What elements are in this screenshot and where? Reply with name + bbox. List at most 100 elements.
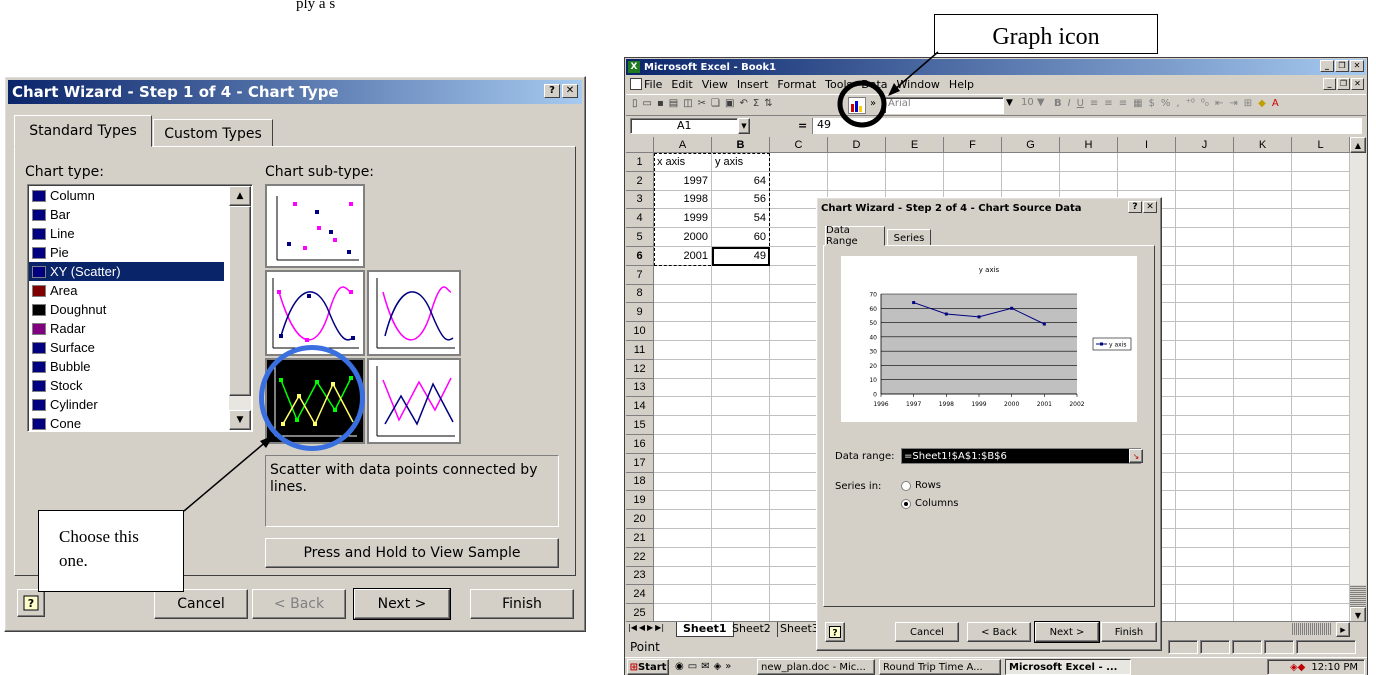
cell[interactable] <box>654 359 712 379</box>
fill-color-icon[interactable]: ◆ <box>1258 98 1266 109</box>
sheet-tab-1[interactable]: Sheet1 <box>676 622 734 637</box>
row-header[interactable]: 24 <box>626 585 654 605</box>
cut-icon[interactable]: ✂ <box>698 98 706 109</box>
align-right-icon[interactable]: ≡ <box>1119 98 1127 109</box>
taskbar-item-ie[interactable]: Round Trip Time A... <box>879 659 1001 675</box>
cell[interactable] <box>1234 547 1292 567</box>
cell[interactable] <box>712 397 770 417</box>
cell[interactable] <box>654 472 712 492</box>
dec-decimal-icon[interactable]: ⁰₀ <box>1201 98 1209 109</box>
save-icon[interactable]: ▪ <box>657 98 664 109</box>
cell[interactable] <box>1292 416 1350 435</box>
cell[interactable] <box>1060 153 1118 172</box>
minimize-icon[interactable]: _ <box>1320 60 1334 72</box>
cell[interactable] <box>1176 153 1234 172</box>
radio-columns-icon[interactable] <box>901 498 911 509</box>
column-header[interactable]: G <box>1002 137 1060 153</box>
wizard2-close-icon[interactable]: ✕ <box>1143 201 1157 213</box>
cell[interactable] <box>712 416 770 435</box>
row-header[interactable]: 14 <box>626 397 654 417</box>
cell[interactable] <box>886 171 944 191</box>
cell[interactable] <box>1292 547 1350 567</box>
series-rows-radio[interactable]: Rows <box>901 480 941 491</box>
cell[interactable] <box>1176 472 1234 492</box>
tray-icons[interactable]: ◈◆ <box>1290 662 1305 673</box>
tab-standard-types[interactable]: Standard Types <box>14 115 152 147</box>
column-header[interactable]: K <box>1234 137 1292 153</box>
close-window-icon[interactable]: ✕ <box>1350 60 1364 72</box>
row-header[interactable]: 7 <box>626 265 654 285</box>
cell[interactable] <box>712 341 770 360</box>
cell[interactable] <box>1234 359 1292 379</box>
cell[interactable] <box>1176 547 1234 567</box>
cell[interactable] <box>1176 190 1234 210</box>
cell[interactable] <box>1118 153 1176 172</box>
cell[interactable] <box>1118 171 1176 191</box>
tab-data-range[interactable]: Data Range <box>825 225 885 247</box>
row-header[interactable]: 23 <box>626 566 654 586</box>
align-left-icon[interactable]: ≡ <box>1090 98 1098 109</box>
cell[interactable] <box>712 359 770 379</box>
name-box-dropdown-icon[interactable]: ▼ <box>738 118 750 134</box>
row-header[interactable]: 17 <box>626 453 654 473</box>
cell[interactable] <box>654 397 712 417</box>
cell[interactable] <box>1176 585 1234 605</box>
next-sheet-icon[interactable]: ▶ <box>647 623 653 632</box>
menu-file[interactable]: File <box>644 78 662 91</box>
taskbar-item-excel[interactable]: Microsoft Excel - ... <box>1005 659 1131 675</box>
wizard2-help-title-button[interactable]: ? <box>1128 201 1142 213</box>
start-button[interactable]: ⊞ Start <box>627 659 669 675</box>
cell[interactable] <box>1234 453 1292 473</box>
merge-icon[interactable]: ▦ <box>1133 98 1142 109</box>
cell[interactable] <box>712 566 770 586</box>
cell[interactable] <box>712 510 770 529</box>
cell[interactable] <box>712 284 770 304</box>
cell[interactable] <box>1176 303 1234 323</box>
outdent-icon[interactable]: ⇤ <box>1215 98 1223 109</box>
cell[interactable] <box>1176 566 1234 586</box>
radio-rows-icon[interactable] <box>901 480 911 491</box>
column-header[interactable]: B <box>712 137 770 153</box>
cell[interactable] <box>1292 322 1350 341</box>
row-header[interactable]: 18 <box>626 472 654 492</box>
cell[interactable] <box>1002 153 1060 172</box>
paste-icon[interactable]: ▣ <box>725 98 734 109</box>
cell[interactable] <box>1292 359 1350 379</box>
select-all-corner[interactable] <box>626 137 654 153</box>
series-columns-radio[interactable]: Columns <box>901 498 959 509</box>
cell[interactable] <box>654 265 712 285</box>
cell[interactable] <box>1234 378 1292 398</box>
cell[interactable] <box>1292 435 1350 454</box>
cell[interactable] <box>712 585 770 605</box>
column-header[interactable]: L <box>1292 137 1350 153</box>
cell[interactable] <box>1176 209 1234 229</box>
cell[interactable] <box>1176 247 1234 266</box>
cell[interactable] <box>1234 171 1292 191</box>
underline-icon[interactable]: U <box>1077 98 1084 109</box>
wizard2-next-button[interactable]: Next > <box>1034 621 1100 643</box>
cell[interactable] <box>1234 247 1292 266</box>
row-header[interactable]: 13 <box>626 378 654 398</box>
cell[interactable] <box>1292 209 1350 229</box>
cell[interactable] <box>712 435 770 454</box>
comma-icon[interactable]: , <box>1176 98 1179 109</box>
cell[interactable] <box>1234 529 1292 548</box>
cell[interactable] <box>1176 322 1234 341</box>
cell[interactable] <box>1234 416 1292 435</box>
cell[interactable] <box>654 303 712 323</box>
row-header[interactable]: 2 <box>626 171 654 191</box>
doc-restore-icon[interactable]: ❐ <box>1337 78 1350 90</box>
cell[interactable] <box>712 322 770 341</box>
row-header[interactable]: 10 <box>626 322 654 341</box>
cell[interactable] <box>1292 529 1350 548</box>
cell[interactable] <box>1234 585 1292 605</box>
row-header[interactable]: 1 <box>626 153 654 172</box>
cell[interactable] <box>1176 453 1234 473</box>
cell[interactable] <box>1176 359 1234 379</box>
cell[interactable] <box>1234 491 1292 511</box>
tab-series[interactable]: Series <box>887 229 931 246</box>
menu-insert[interactable]: Insert <box>737 78 769 91</box>
wizard2-finish-button[interactable]: Finish <box>1101 622 1157 642</box>
row-header[interactable]: 8 <box>626 284 654 304</box>
column-header[interactable]: H <box>1060 137 1118 153</box>
